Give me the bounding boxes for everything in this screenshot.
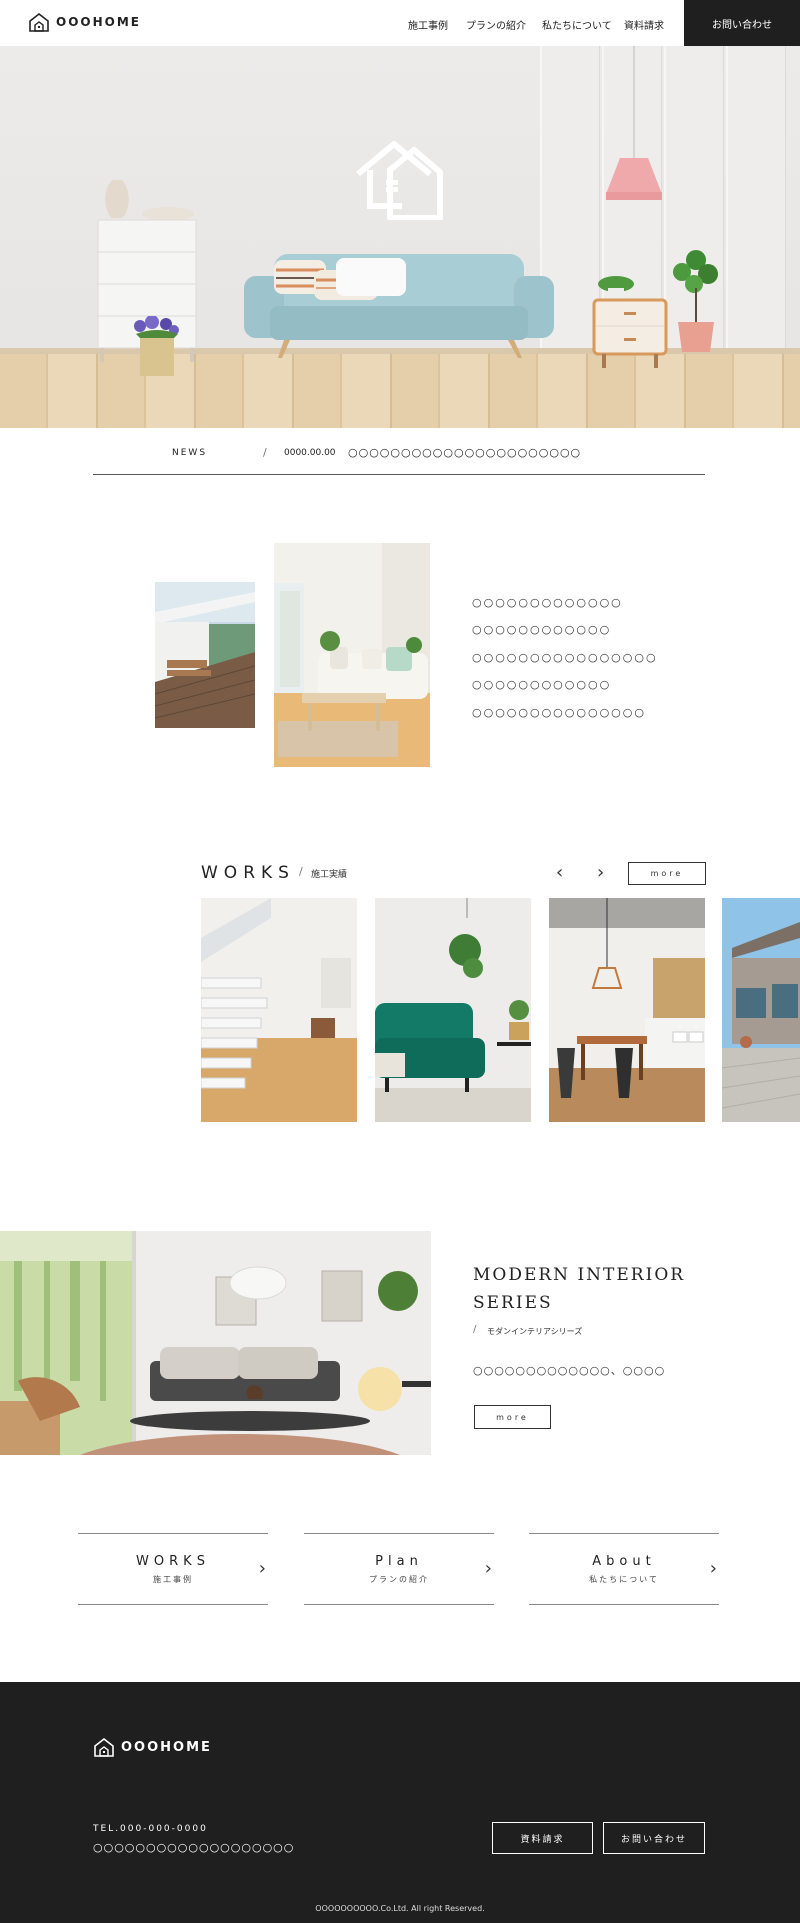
modern-title-line1: MODERN INTERIOR	[473, 1265, 686, 1285]
house-logo-icon	[94, 1737, 114, 1757]
footer-contact-button[interactable]: お問い合わせ	[603, 1822, 705, 1854]
works-section-title: WORKS	[201, 863, 295, 883]
modern-title-line2: SERIES	[473, 1293, 553, 1313]
work-card[interactable]	[201, 898, 357, 1122]
tree-plant	[673, 250, 718, 352]
work-photo-staircase	[201, 898, 357, 1122]
footer-tel: TEL.000-000-0000	[93, 1824, 208, 1834]
link-card-title: WORKS	[136, 1554, 210, 1569]
carousel-next-button[interactable]: ›	[597, 862, 604, 883]
works-divider: /	[299, 865, 303, 878]
brand-name: OOOHOME	[56, 15, 141, 29]
link-card-title: Plan	[375, 1554, 423, 1569]
wall-panel	[726, 46, 786, 348]
work-card[interactable]	[549, 898, 705, 1122]
modern-series-subtitle: モダンインテリアシリーズ	[487, 1327, 583, 1336]
modern-series-description: ○○○○○○○○○○○○○、○○○○	[473, 1364, 666, 1377]
news-headline[interactable]: ○○○○○○○○○○○○○○○○○○○○○○	[348, 446, 581, 459]
modern-series-title: MODERN INTERIOR SERIES	[473, 1261, 733, 1317]
work-photo-dining	[549, 898, 705, 1122]
site-footer: OOOHOME TEL.000-000-0000 ○○○○○○○○○○○○○○○…	[0, 1682, 800, 1923]
footer-address: ○○○○○○○○○○○○○○○○○○○	[93, 1841, 295, 1854]
chevron-right-icon: ›	[258, 1558, 266, 1579]
intro-text-line: ○○○○○○○○○○○○○	[472, 596, 623, 609]
news-date: 0000.00.00	[284, 448, 336, 458]
side-table-with-plant	[592, 276, 668, 368]
living-room-photo	[274, 543, 430, 767]
footer-logo[interactable]: OOOHOME	[93, 1736, 212, 1758]
news-divider: /	[263, 446, 267, 459]
wood-floor	[0, 354, 800, 428]
link-card-works[interactable]: WORKS 施工事例 ›	[78, 1533, 268, 1605]
modern-more-button[interactable]: more	[474, 1405, 551, 1429]
link-card-subtitle: プランの紹介	[369, 1575, 429, 1584]
news-label: NEWS	[172, 448, 208, 458]
carousel-prev-button[interactable]: ‹	[556, 862, 563, 883]
link-card-subtitle: 私たちについて	[589, 1575, 659, 1584]
chevron-right-icon: ›	[709, 1558, 717, 1579]
site-logo[interactable]: OOOHOME	[28, 11, 141, 33]
work-card[interactable]	[722, 898, 800, 1122]
work-card[interactable]	[375, 898, 531, 1122]
works-section-subtitle: 施工実績	[311, 870, 348, 880]
footer-request-button[interactable]: 資料請求	[492, 1822, 593, 1854]
link-card-subtitle: 施工事例	[153, 1575, 193, 1584]
contact-button[interactable]: お問い合わせ	[684, 0, 800, 46]
site-header: OOOHOME 施工事例 プランの紹介 私たちについて 資料請求 お問い合わせ	[0, 0, 800, 46]
blue-sofa	[244, 254, 554, 358]
modern-divider: /	[473, 1324, 477, 1335]
modern-interior-photo	[0, 1231, 431, 1455]
link-card-title: About	[592, 1554, 656, 1569]
intro-text-line: ○○○○○○○○○○○○○○○○	[472, 651, 658, 664]
intro-text-line: ○○○○○○○○○○○○	[472, 678, 612, 691]
nav-item-works[interactable]: 施工事例	[408, 17, 448, 32]
link-card-about[interactable]: About 私たちについて ›	[529, 1533, 719, 1605]
footer-copyright: OOOOOOOOOO.Co.Ltd. All right Reserved.	[315, 1904, 485, 1913]
nav-item-request[interactable]: 資料請求	[624, 17, 664, 32]
footer-brand-name: OOOHOME	[121, 1739, 212, 1755]
news-row[interactable]: NEWS / 0000.00.00 ○○○○○○○○○○○○○○○○○○○○○○	[93, 441, 705, 475]
pendant-lamp	[606, 46, 662, 200]
link-card-plan[interactable]: Plan プランの紹介 ›	[304, 1533, 494, 1605]
hero-image	[0, 46, 800, 428]
nav-item-about[interactable]: 私たちについて	[542, 17, 612, 32]
hero-house-logo-icon	[356, 141, 443, 220]
house-logo-icon	[29, 12, 49, 32]
deck-photo	[155, 582, 255, 728]
potted-flowers	[134, 316, 179, 376]
work-photo-exterior	[722, 898, 800, 1122]
intro-text-line: ○○○○○○○○○○○○	[472, 623, 612, 636]
works-more-button[interactable]: more	[628, 862, 706, 885]
nav-item-plan[interactable]: プランの紹介	[466, 17, 526, 32]
intro-text-line: ○○○○○○○○○○○○○○○	[472, 706, 646, 719]
work-photo-green-sofa	[375, 898, 531, 1122]
chevron-right-icon: ›	[484, 1558, 492, 1579]
